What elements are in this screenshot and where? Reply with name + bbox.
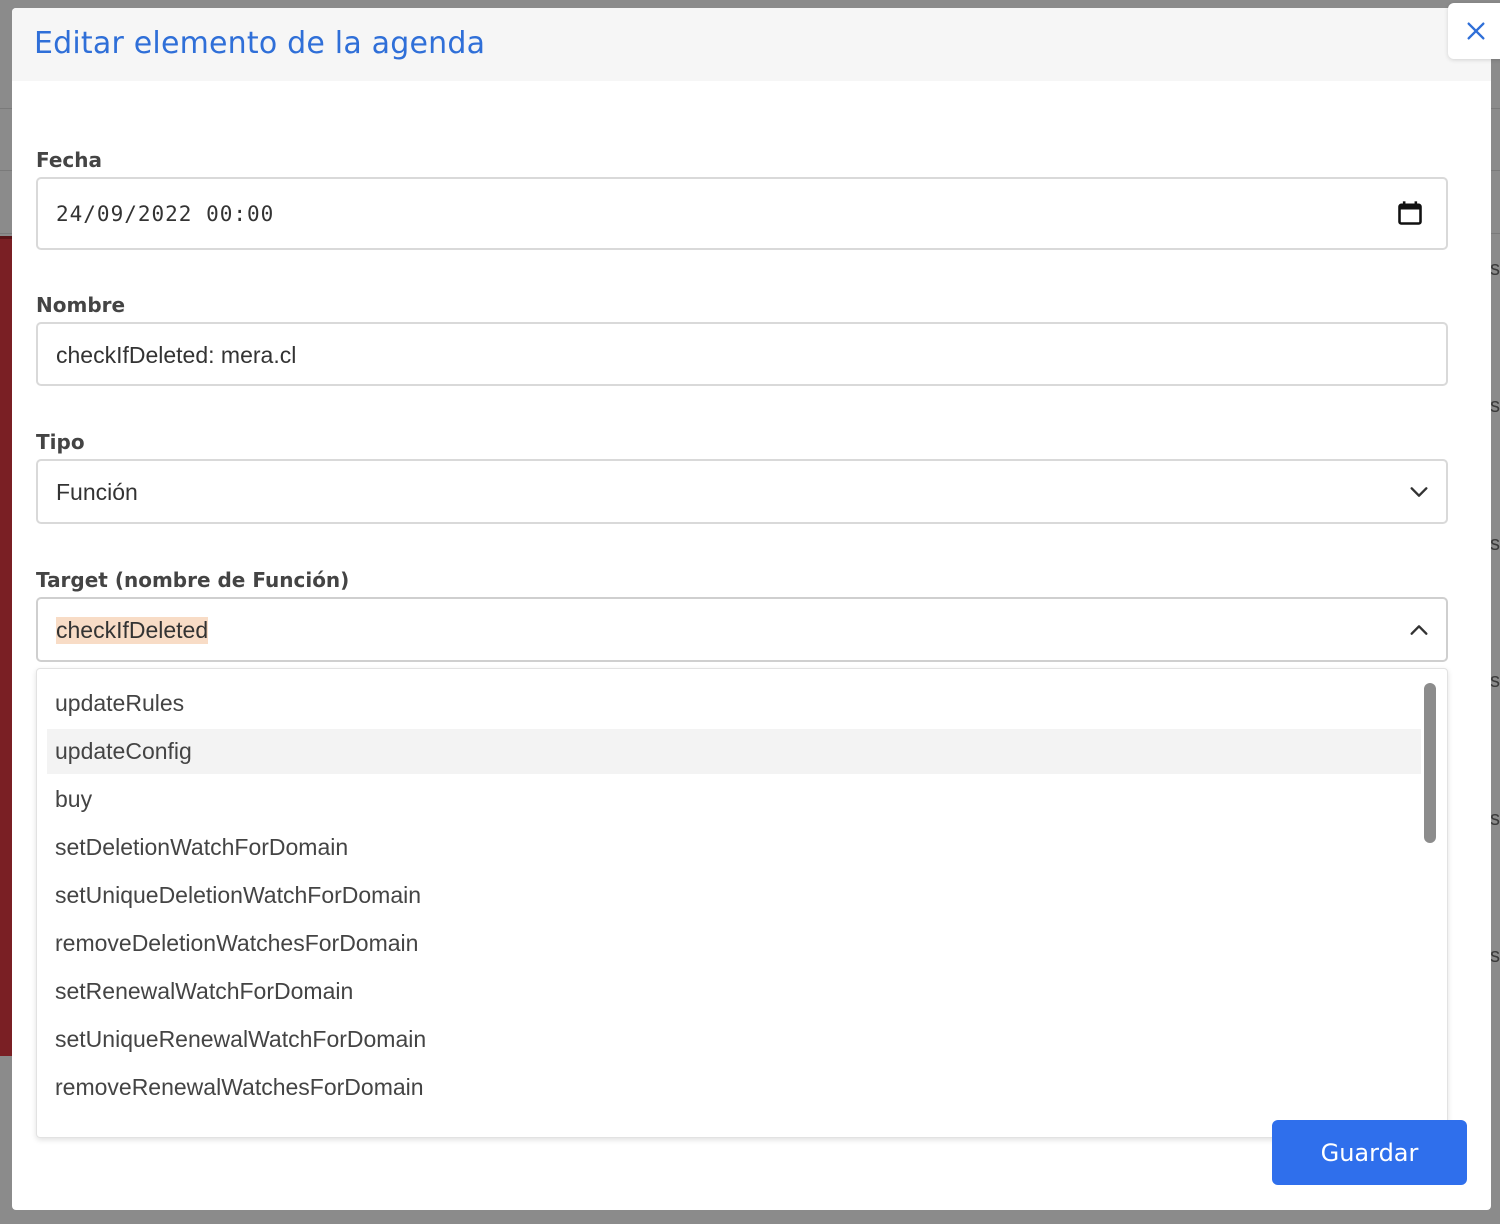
dropdown-option-hovered[interactable]: updateConfig [47, 729, 1421, 774]
dropdown-option[interactable]: setDeletionWatchForDomain [47, 825, 1421, 870]
edit-agenda-modal: Editar elemento de la agenda Fecha 24/09… [12, 8, 1491, 1210]
tipo-value: Función [56, 479, 138, 505]
close-button[interactable] [1448, 3, 1500, 59]
tipo-label: Tipo [36, 430, 85, 454]
fecha-value: 24/09/2022 00:00 [56, 202, 275, 226]
chevron-down-icon [1408, 481, 1430, 508]
tipo-select[interactable]: Función [36, 459, 1448, 524]
backdrop-text: s [1490, 808, 1500, 830]
dropdown-option[interactable]: removeDeletionWatchesForDomain [47, 921, 1421, 966]
nombre-label: Nombre [36, 293, 126, 317]
modal-header: Editar elemento de la agenda [12, 8, 1491, 81]
calendar-icon[interactable] [1396, 199, 1424, 232]
backdrop-row-markers [0, 236, 12, 1056]
close-icon [1465, 20, 1487, 42]
chevron-up-icon [1408, 619, 1430, 646]
backdrop-text: s [1490, 670, 1500, 692]
fecha-label: Fecha [36, 148, 103, 172]
dropdown-option[interactable]: updateRules [47, 681, 1421, 726]
dropdown-option[interactable]: buy [47, 777, 1421, 822]
save-button[interactable]: Guardar [1272, 1120, 1467, 1185]
nombre-input[interactable]: checkIfDeleted: mera.cl [36, 322, 1448, 386]
dropdown-option[interactable]: removeRenewalWatchesForDomain [47, 1065, 1421, 1110]
target-select[interactable]: checkIfDeleted [36, 597, 1448, 662]
backdrop-text: s [1490, 395, 1500, 417]
target-value: checkIfDeleted [56, 617, 209, 644]
dropdown-option[interactable]: setRenewalWatchForDomain [47, 969, 1421, 1014]
backdrop-text: s [1490, 258, 1500, 280]
backdrop-text: s [1490, 945, 1500, 967]
backdrop-text: s [1490, 533, 1500, 555]
target-dropdown-list: updateRules updateConfig buy setDeletion… [36, 668, 1448, 1138]
nombre-value: checkIfDeleted: mera.cl [56, 342, 297, 368]
dropdown-scrollbar[interactable] [1424, 683, 1436, 843]
fecha-datetime-input[interactable]: 24/09/2022 00:00 [36, 177, 1448, 250]
modal-title: Editar elemento de la agenda [34, 26, 486, 61]
target-label: Target (nombre de Función) [36, 568, 350, 592]
dropdown-option[interactable]: setUniqueDeletionWatchForDomain [47, 873, 1421, 918]
dropdown-option[interactable]: setUniqueRenewalWatchForDomain [47, 1017, 1421, 1062]
